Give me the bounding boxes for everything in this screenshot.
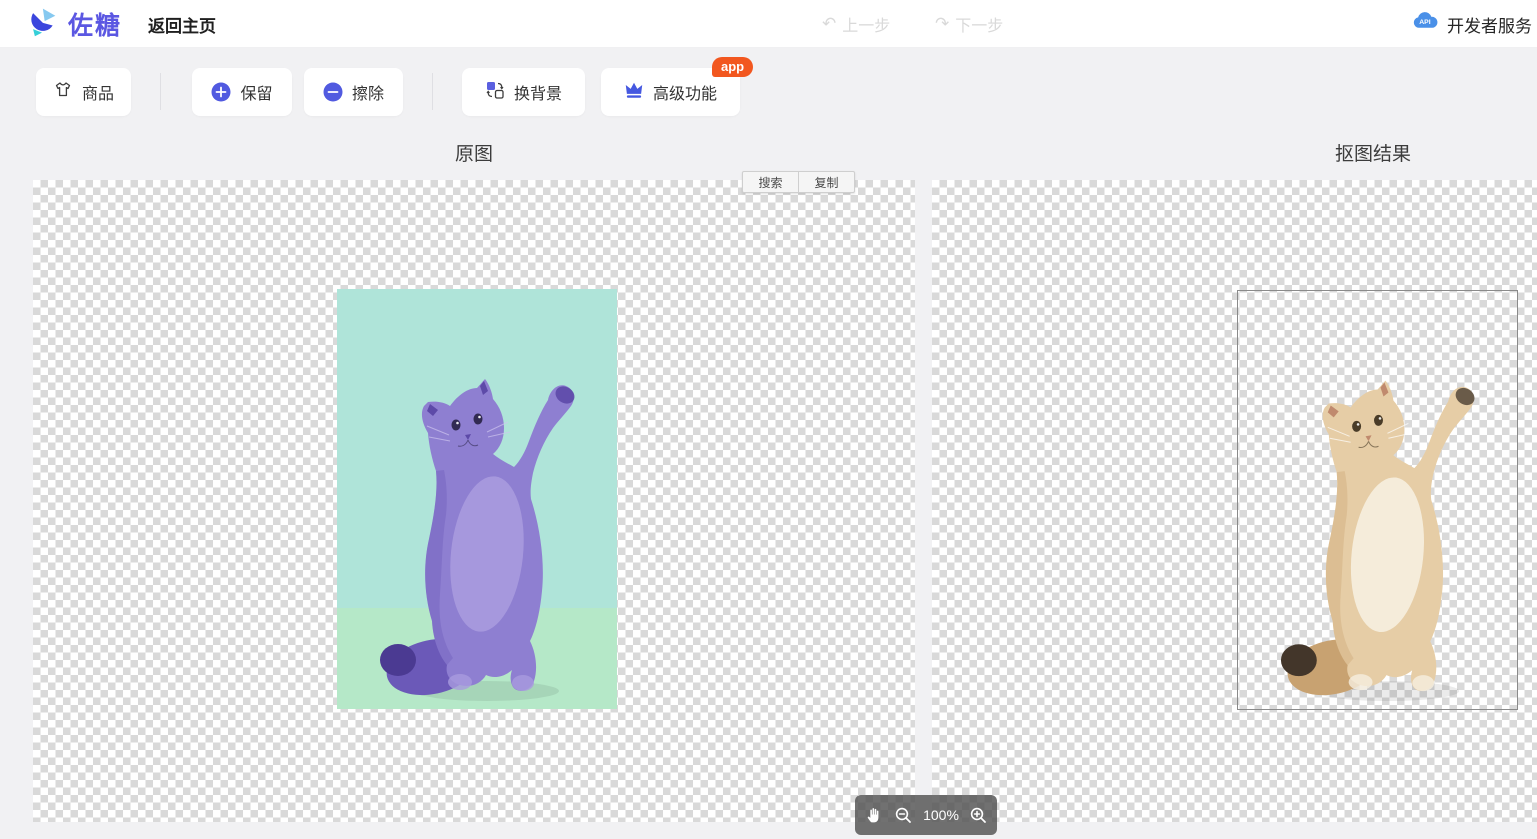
zoom-level-value: 100%	[923, 807, 959, 823]
minus-circle-icon	[323, 82, 343, 102]
developer-services-label: 开发者服务	[1447, 12, 1532, 37]
search-button[interactable]: 搜索	[743, 172, 798, 192]
erase-label: 擦除	[352, 80, 384, 104]
zoom-in-icon[interactable]	[970, 807, 987, 824]
product-button[interactable]: 商品	[36, 68, 131, 116]
shirt-icon	[53, 80, 73, 104]
advanced-features-label: 高级功能	[653, 80, 717, 104]
logo-icon	[26, 6, 58, 43]
zoom-control-bar: 100%	[855, 795, 997, 835]
toolbar-divider	[160, 73, 161, 110]
crown-icon	[624, 81, 644, 104]
plus-circle-icon	[211, 82, 231, 102]
back-to-homepage-link[interactable]: 返回主页	[148, 0, 216, 48]
redo-button[interactable]: ↷ 下一步	[935, 0, 1003, 48]
cutout-result-title: 抠图结果	[932, 139, 1537, 165]
keep-button[interactable]: 保留	[192, 68, 292, 116]
top-header-bar: 佐糖 返回主页 ↶ 上一步 ↷ 下一步 API 开发者服务	[0, 0, 1537, 48]
erase-button[interactable]: 擦除	[304, 68, 403, 116]
cutout-result-bounds	[1237, 290, 1518, 710]
api-badge-text: API	[1419, 19, 1430, 26]
pan-hand-icon[interactable]	[865, 805, 884, 825]
redo-label: 下一步	[955, 12, 1003, 36]
keep-label: 保留	[240, 80, 272, 104]
change-background-label: 换背景	[514, 80, 562, 104]
app-badge: app	[712, 57, 753, 77]
copy-button[interactable]: 复制	[799, 172, 854, 192]
swap-background-icon	[485, 80, 505, 105]
original-photo	[337, 289, 617, 709]
redo-icon: ↷	[935, 14, 949, 34]
cutout-result-canvas[interactable]	[932, 180, 1537, 822]
original-image-title: 原图	[33, 139, 915, 165]
logo-wordmark: 佐糖	[68, 6, 122, 42]
cutout-cat-image	[1238, 291, 1517, 709]
product-label: 商品	[82, 80, 114, 104]
change-background-button[interactable]: 换背景	[462, 68, 585, 116]
zoom-out-icon[interactable]	[895, 807, 912, 824]
brand-logo[interactable]: 佐糖	[26, 0, 122, 48]
toolbar-divider	[432, 73, 433, 110]
original-cat-image	[337, 289, 617, 709]
text-selection-popup: 搜索 复制	[742, 171, 855, 193]
original-image-canvas[interactable]	[33, 180, 915, 822]
undo-icon: ↶	[822, 14, 836, 34]
undo-label: 上一步	[842, 12, 890, 36]
background-removal-editor: 佐糖 返回主页 ↶ 上一步 ↷ 下一步 API 开发者服务	[0, 0, 1537, 839]
developer-services-link[interactable]: API 开发者服务	[1412, 0, 1532, 48]
api-cloud-icon: API	[1412, 11, 1440, 37]
undo-button[interactable]: ↶ 上一步	[822, 0, 890, 48]
